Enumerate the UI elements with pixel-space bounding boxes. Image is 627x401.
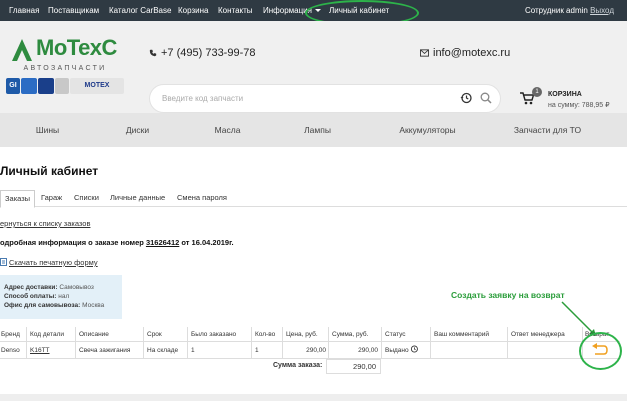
status-text: Выдано [385, 347, 409, 354]
category-oils[interactable]: Масла [200, 113, 255, 147]
order-details-heading: одробная информация о заказе номер 31626… [0, 238, 234, 247]
search-box [150, 85, 500, 112]
logo-subtitle: АВТОЗАПЧАСТИ [23, 65, 107, 72]
col-brand: Бренд [1, 331, 20, 338]
tab-lists[interactable]: Списки [74, 190, 99, 207]
order-heading-prefix: одробная информация о заказе номер [0, 238, 146, 247]
col-part-code: Код детали [30, 331, 64, 338]
brand-strip: GI MOTEX [6, 78, 124, 94]
cell-sum: 290,00 [358, 347, 378, 354]
order-heading-date: от 16.04.2019г. [179, 238, 234, 247]
brand-logo-2 [21, 78, 37, 94]
col-return: Возврат [585, 331, 610, 338]
logo[interactable]: MoTexC АВТОЗАПЧАСТИ GI MOTEX [6, 35, 128, 105]
history-icon[interactable] [460, 92, 472, 104]
category-bar: Шины Диски Масла Лампы Аккумуляторы Запч… [0, 113, 627, 147]
payment-method-value: нал [58, 293, 70, 300]
pickup-office-value: Москва [82, 302, 105, 309]
cell-ordered: 1 [191, 347, 195, 354]
nav-home[interactable]: Главная [9, 0, 39, 21]
order-number[interactable]: 31626412 [146, 238, 179, 247]
logo-mark-icon [12, 39, 32, 61]
col-status: Статус [385, 331, 406, 338]
nav-info-dropdown[interactable]: Информация [263, 0, 321, 21]
col-qty: Кол-во [255, 331, 276, 338]
phone: +7 (495) 733-99-78 [149, 47, 255, 59]
col-term: Срок [147, 331, 162, 338]
logo-text: MoTexC [36, 35, 117, 60]
status-history-icon[interactable] [410, 345, 419, 353]
tab-garage[interactable]: Гараж [41, 190, 62, 207]
top-navigation: Главная Поставщикам Каталог CarBase Корз… [0, 0, 627, 21]
order-total-value: 290,00 [326, 359, 381, 374]
nav-suppliers[interactable]: Поставщикам [48, 0, 99, 21]
col-price: Цена, руб. [286, 331, 318, 338]
phone-icon [149, 49, 157, 57]
document-icon [0, 258, 7, 266]
brand-logo-3 [38, 78, 54, 94]
category-wheels[interactable]: Диски [110, 113, 165, 147]
nav-personal-account[interactable]: Личный кабинет [329, 0, 389, 21]
user-label: Сотрудник admin [524, 6, 588, 15]
tab-personal-data[interactable]: Личные данные [110, 190, 165, 207]
cell-part-code[interactable]: K16TT [30, 342, 50, 359]
download-print-form-link[interactable]: Скачать печатную форму [0, 258, 98, 267]
cell-qty: 1 [255, 347, 259, 354]
footer-strip [0, 394, 627, 401]
return-request-annotation: Создать заявку на возврат [451, 290, 565, 300]
cell-term: На складе [147, 347, 179, 354]
logout-link[interactable]: Выход [590, 6, 614, 15]
col-ordered: Было заказано [191, 331, 237, 338]
site-header: MoTexC АВТОЗАПЧАСТИ GI MOTEX +7 (495) 73… [0, 21, 627, 113]
nav-contacts[interactable]: Контакты [218, 0, 253, 21]
cart-count-badge: 1 [532, 87, 542, 97]
order-total-label: Сумма заказа: [273, 362, 323, 369]
brand-logo-4 [55, 78, 69, 94]
nav-info-label: Информация [263, 6, 312, 15]
page-title: Личный кабинет [0, 164, 99, 178]
phone-number: +7 (495) 733-99-78 [161, 47, 256, 59]
delivery-address-value: Самовывоз [59, 284, 94, 291]
user-info: Сотрудник admin Выход [525, 0, 614, 21]
category-batteries[interactable]: Аккумуляторы [390, 113, 465, 147]
account-tabs: Заказы Гараж Списки Личные данные Смена … [0, 190, 627, 208]
cell-description: Свеча зажигания [79, 347, 131, 354]
category-maintenance-parts[interactable]: Запчасти для ТО [505, 113, 590, 147]
col-manager-reply: Ответ менеджера [511, 331, 565, 338]
nav-carbase-catalog[interactable]: Каталог CarBase [109, 0, 171, 21]
nav-cart[interactable]: Корзина [178, 0, 208, 21]
mail-icon [420, 49, 429, 57]
tab-change-password[interactable]: Смена пароля [177, 190, 227, 207]
cart-title: КОРЗИНА [548, 91, 582, 98]
col-your-comment: Ваш комментарий [434, 331, 490, 338]
payment-method-label: Способ оплаты: [4, 293, 57, 300]
cart-sum: на сумму: 788,95 ₽ [548, 102, 610, 109]
delivery-address-label: Адрес доставки: [4, 284, 58, 291]
email-address[interactable]: info@motexc.ru [433, 47, 510, 59]
category-lamps[interactable]: Лампы [290, 113, 345, 147]
return-icon[interactable] [591, 342, 609, 358]
brand-logo-motex: MOTEX [70, 78, 124, 94]
back-to-orders-link[interactable]: ернуться к списку заказов [0, 219, 90, 228]
cell-status: Выдано [385, 342, 419, 359]
search-icon[interactable] [480, 92, 492, 104]
cell-price: 290,00 [306, 347, 326, 354]
delivery-info-box: Адрес доставки: Самовывоз Способ оплаты:… [0, 275, 122, 319]
tab-orders[interactable]: Заказы [0, 190, 36, 208]
category-tires[interactable]: Шины [20, 113, 75, 147]
email: info@motexc.ru [420, 47, 510, 59]
pickup-office-label: Офис для самовывоза: [4, 302, 81, 309]
print-form-label: Скачать печатную форму [9, 258, 98, 267]
col-description: Описание [79, 331, 109, 338]
search-input[interactable] [162, 91, 442, 106]
col-sum: Сумма, руб. [332, 331, 369, 338]
cell-brand: Denso [1, 347, 20, 354]
brand-logo-gi: GI [6, 78, 20, 94]
chevron-down-icon [314, 9, 321, 13]
